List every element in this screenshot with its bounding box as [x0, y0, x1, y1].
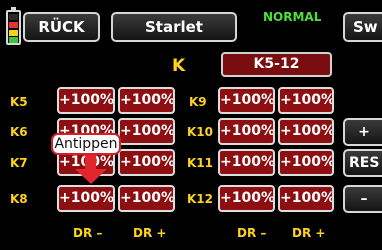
battery-icon	[6, 7, 21, 45]
dr-plus-value[interactable]: +100%	[118, 118, 175, 145]
decrease-button[interactable]: –	[343, 185, 382, 213]
next-page-button[interactable]: Sw	[343, 12, 382, 42]
dr-plus-value[interactable]: +100%	[278, 87, 334, 114]
channel-label: K6	[10, 125, 28, 139]
dr-plus-value[interactable]: +100%	[118, 149, 175, 176]
reset-button[interactable]: RES	[343, 149, 382, 177]
column-footer: DR –	[237, 226, 267, 240]
dr-minus-value[interactable]: +100%	[57, 87, 115, 114]
dr-plus-value[interactable]: +100%	[118, 87, 175, 114]
channel-label: K12	[187, 192, 213, 206]
dr-minus-value[interactable]: +100%	[218, 87, 275, 114]
channel-label: K10	[187, 125, 213, 139]
dr-plus-value[interactable]: +100%	[278, 149, 334, 176]
dr-plus-value[interactable]: +100%	[118, 185, 175, 212]
increase-button[interactable]: +	[343, 118, 382, 146]
dr-plus-value[interactable]: +100%	[278, 185, 334, 212]
channel-label: K9	[189, 95, 207, 109]
dr-minus-value[interactable]: +100%	[57, 185, 115, 212]
dr-minus-value[interactable]: +100%	[218, 149, 275, 176]
tap-hint-tooltip: Antippen	[51, 133, 121, 155]
column-footer: DR +	[292, 226, 326, 240]
channel-range-selector[interactable]: K5-12	[221, 52, 332, 77]
channel-label: K5	[10, 95, 28, 109]
down-arrow-icon	[75, 155, 107, 184]
transmitter-screen: RÜCK Starlet NORMAL Sw K K5-12 K5 +100% …	[0, 0, 382, 250]
column-footer: DR –	[73, 226, 103, 240]
dr-minus-value[interactable]: +100%	[218, 118, 275, 145]
back-button[interactable]: RÜCK	[23, 12, 100, 42]
channel-header-left: K	[172, 56, 186, 76]
dr-minus-value[interactable]: +100%	[218, 185, 275, 212]
dr-plus-value[interactable]: +100%	[278, 118, 334, 145]
channel-label: K11	[187, 156, 213, 170]
flight-mode-label: NORMAL	[263, 10, 322, 24]
channel-label: K8	[10, 192, 28, 206]
model-name-button[interactable]: Starlet	[111, 12, 237, 42]
column-footer: DR +	[133, 226, 167, 240]
channel-label: K7	[10, 156, 28, 170]
